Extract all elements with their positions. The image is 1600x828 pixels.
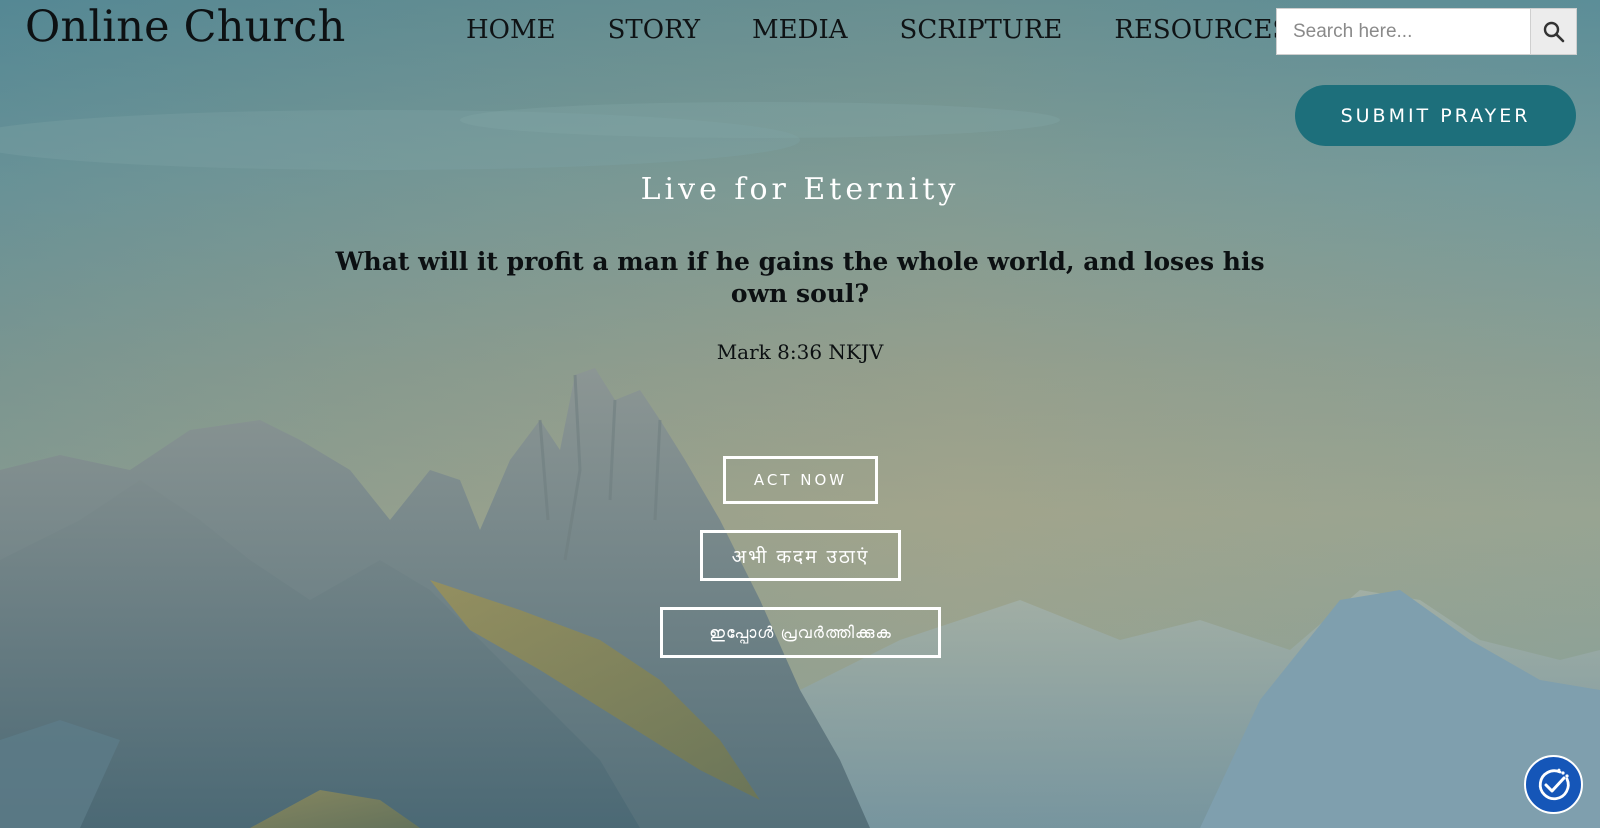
act-now-hindi-button[interactable]: अभी कदम उठाएं [700,530,901,581]
main-nav: HOME STORY MEDIA SCRIPTURE RESOURCES [440,10,1316,50]
accessibility-button[interactable] [1524,755,1583,814]
act-now-malayalam-button[interactable]: ഇപ്പോൾ പ്രവർത്തിക്കുക [660,607,941,658]
verse-reference: Mark 8:36 NKJV [716,340,884,364]
accessibility-icon [1538,768,1570,800]
nav-home[interactable]: HOME [456,10,566,50]
nav-resources[interactable]: RESOURCES [1104,10,1300,50]
search-icon [1543,21,1564,42]
hero-tagline: Live for Eternity [640,172,960,207]
hero-verse: What will it profit a man if he gains th… [335,247,1265,308]
search-button[interactable] [1530,8,1577,55]
submit-prayer-button[interactable]: SUBMIT PRAYER [1295,85,1576,146]
search-form [1276,8,1577,55]
search-input[interactable] [1276,8,1530,55]
nav-media[interactable]: MEDIA [742,10,858,50]
site-title[interactable]: Online Church [25,2,345,52]
nav-scripture[interactable]: SCRIPTURE [890,10,1073,50]
act-now-button[interactable]: ACT NOW [723,456,878,504]
nav-story[interactable]: STORY [598,10,710,50]
